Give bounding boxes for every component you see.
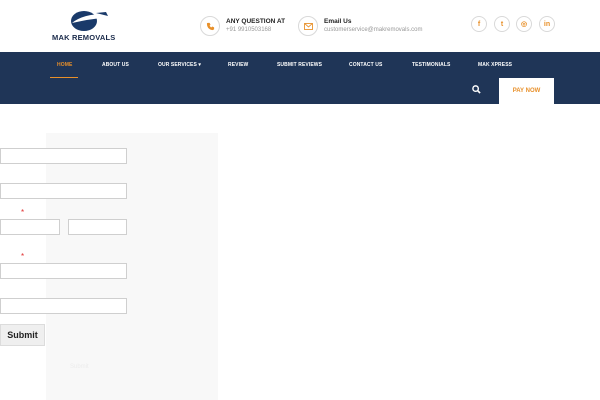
instagram-icon[interactable]: ◎ — [516, 16, 532, 32]
faint-submit-text: Submit — [70, 364, 89, 370]
contact-phone-title: ANY QUESTION AT — [226, 18, 286, 25]
contact-phone: ANY QUESTION AT +91 9910503168 — [200, 16, 310, 38]
required-marker: * — [21, 252, 25, 261]
nav-active-underline — [50, 77, 78, 78]
top-header: MAK REMOVALS ANY QUESTION AT +91 9910503… — [0, 0, 600, 52]
plane-logo-icon — [71, 11, 110, 31]
brand-name: MAK REMOVALS — [52, 33, 116, 42]
nav-item-submit-reviews[interactable]: SUBMIT REVIEWS — [277, 62, 322, 68]
submit-button[interactable]: Submit — [0, 324, 45, 346]
search-icon[interactable] — [472, 85, 481, 94]
nav-item-review[interactable]: REVIEW — [228, 62, 248, 68]
required-marker: * — [21, 208, 25, 217]
brand-logo[interactable]: MAK REMOVALS — [52, 10, 122, 44]
nav-item-testimonials[interactable]: TESTIMONIALS — [412, 62, 450, 68]
contact-email-address[interactable]: customerservice@makremovals.com — [324, 27, 422, 33]
contact-phone-number[interactable]: +91 9910503168 — [226, 27, 271, 33]
contact-email: Email Us customerservice@makremovals.com — [298, 16, 438, 38]
mail-icon — [298, 16, 318, 36]
phone-icon — [200, 16, 220, 36]
contact-email-title: Email Us — [324, 18, 352, 25]
nav-item-contact-us[interactable]: CONTACT US — [349, 62, 382, 68]
form-field-4[interactable] — [0, 263, 127, 279]
form-field-5[interactable] — [0, 298, 127, 314]
nav-item-home[interactable]: HOME — [57, 62, 72, 68]
form-field-3b[interactable] — [68, 219, 127, 235]
nav-item-our-services[interactable]: OUR SERVICES ▾ — [158, 62, 201, 68]
linkedin-icon[interactable]: in — [539, 16, 555, 32]
nav-item-about-us[interactable]: ABOUT US — [102, 62, 129, 68]
facebook-icon[interactable]: f — [471, 16, 487, 32]
form-field-3a[interactable] — [0, 219, 60, 235]
twitter-icon[interactable]: t — [494, 16, 510, 32]
form-field-2[interactable] — [0, 183, 127, 199]
nav-item-mak-xpress[interactable]: MAK XPRESS — [478, 62, 512, 68]
form-field-1[interactable] — [0, 148, 127, 164]
pay-now-button[interactable]: PAY NOW — [499, 78, 554, 104]
